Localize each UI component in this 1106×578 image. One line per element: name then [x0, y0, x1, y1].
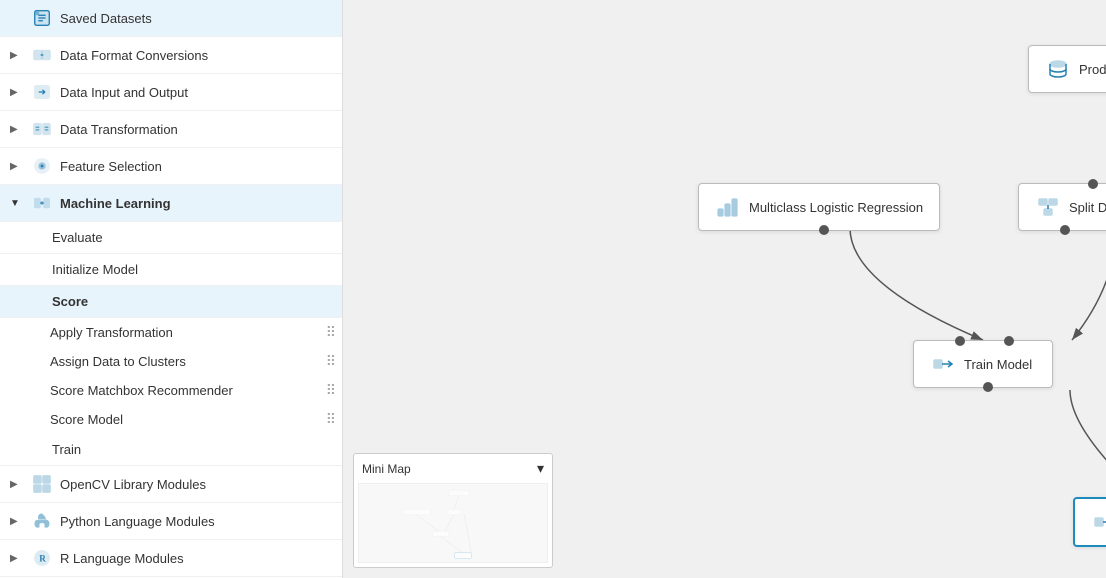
database-icon	[1045, 56, 1071, 82]
connector-dot-train-top-left	[955, 336, 965, 346]
sidebar-item-evaluate[interactable]: ▶ Evaluate	[0, 222, 342, 254]
products-csv-label: ProductsTableCSV.csv	[1079, 62, 1106, 77]
minimap: Mini Map ▾	[353, 453, 553, 568]
sidebar-label-python: Python Language Modules	[60, 514, 215, 529]
sidebar-label-score: Score	[52, 294, 88, 309]
sidebar-label-feature-selection: Feature Selection	[60, 159, 162, 174]
sidebar-item-apply-transformation[interactable]: Apply Transformation ⠿	[0, 318, 342, 347]
minimap-content	[358, 483, 548, 563]
drag-handle-assign: ⠿	[326, 353, 342, 370]
machine-learning-icon	[32, 193, 52, 213]
node-products-csv[interactable]: ProductsTableCSV.csv	[1028, 45, 1106, 93]
sidebar-item-assign-data-clusters[interactable]: Assign Data to Clusters ⠿	[0, 347, 342, 376]
sidebar-label-evaluate: Evaluate	[52, 230, 103, 245]
drag-handle-apply: ⠿	[326, 324, 342, 341]
r-language-icon: R	[32, 548, 52, 568]
regression-icon	[715, 194, 741, 220]
expand-icon-feature: ▶	[10, 161, 24, 172]
expand-icon-python: ▶	[10, 516, 24, 527]
data-format-icon	[32, 45, 52, 65]
sidebar: Saved Datasets ▶ Data Format Conversions…	[0, 0, 343, 578]
sidebar-item-score[interactable]: ▼ Score	[0, 286, 342, 318]
expand-icon-transform: ▶	[10, 124, 24, 135]
sidebar-item-score-model-sub[interactable]: Score Model ⠿	[0, 405, 342, 434]
sidebar-item-initialize-model[interactable]: ▶ Initialize Model	[0, 254, 342, 286]
canvas-area: ProductsTableCSV.csv Split Data	[343, 0, 1106, 578]
sidebar-item-machine-learning[interactable]: ▼ Machine Learning	[0, 185, 342, 222]
sidebar-label-train: Train	[52, 442, 81, 457]
drag-handle-matchbox: ⠿	[326, 382, 342, 399]
split-data-label: Split Data	[1069, 200, 1106, 215]
sidebar-item-data-input-output[interactable]: ▶ Data Input and Output	[0, 74, 342, 111]
sidebar-label-data-input-output: Data Input and Output	[60, 85, 188, 100]
data-transform-icon	[32, 119, 52, 139]
sidebar-item-opencv[interactable]: ▶ OpenCV Library Modules	[0, 466, 342, 503]
sidebar-item-score-matchbox[interactable]: Score Matchbox Recommender ⠿	[0, 376, 342, 405]
assign-data-clusters-label: Assign Data to Clusters	[50, 347, 326, 376]
expand-icon-opencv: ▶	[10, 479, 24, 490]
sidebar-label-saved-datasets: Saved Datasets	[60, 11, 152, 26]
sidebar-item-data-transformation[interactable]: ▶ Data Transformation	[0, 111, 342, 148]
connector-dot-split-top	[1088, 179, 1098, 189]
saved-datasets-icon	[32, 8, 52, 28]
node-train-model[interactable]: Train Model	[913, 340, 1053, 388]
minimap-dropdown-icon[interactable]: ▾	[537, 460, 544, 477]
split-data-icon	[1035, 194, 1061, 220]
expand-icon-ml: ▼	[10, 198, 24, 209]
score-matchbox-label: Score Matchbox Recommender	[50, 376, 326, 405]
drag-handle-score-model: ⠿	[326, 411, 342, 428]
connector-dot-split-bottom-left	[1060, 225, 1070, 235]
apply-transformation-label: Apply Transformation	[50, 318, 326, 347]
sidebar-label-r-language: R Language Modules	[60, 551, 184, 566]
sidebar-label-data-transformation: Data Transformation	[60, 122, 178, 137]
multiclass-lr-label: Multiclass Logistic Regression	[749, 200, 923, 215]
connector-dot-mlr-bottom	[819, 225, 829, 235]
connector-dot-train-top-right	[1004, 336, 1014, 346]
python-icon	[32, 511, 52, 531]
expand-icon-input: ▶	[10, 87, 24, 98]
sidebar-label-initialize-model: Initialize Model	[52, 262, 138, 277]
minimap-header[interactable]: Mini Map ▾	[358, 458, 548, 479]
node-score-model[interactable]: Score Model 1	[1073, 497, 1106, 547]
sidebar-label-opencv: OpenCV Library Modules	[60, 477, 206, 492]
train-model-label: Train Model	[964, 357, 1032, 372]
svg-text:R: R	[39, 554, 46, 564]
sidebar-item-saved-datasets[interactable]: Saved Datasets	[0, 0, 342, 37]
score-model-sub-label: Score Model	[50, 405, 326, 434]
sidebar-item-train[interactable]: ▶ Train	[0, 434, 342, 466]
sidebar-item-r-language[interactable]: ▶ R R Language Modules	[0, 540, 342, 577]
data-input-icon	[32, 82, 52, 102]
expand-icon-format: ▶	[10, 50, 24, 61]
sidebar-item-python[interactable]: ▶ Python Language Modules	[0, 503, 342, 540]
node-multiclass-lr[interactable]: Multiclass Logistic Regression	[698, 183, 940, 231]
sidebar-label-data-format-conversions: Data Format Conversions	[60, 48, 208, 63]
feature-selection-icon	[32, 156, 52, 176]
expand-icon-r: ▶	[10, 553, 24, 564]
sidebar-label-machine-learning: Machine Learning	[60, 196, 171, 211]
sidebar-item-data-format-conversions[interactable]: ▶ Data Format Conversions	[0, 37, 342, 74]
score-model-icon	[1091, 509, 1106, 535]
train-icon	[930, 351, 956, 377]
opencv-icon	[32, 474, 52, 494]
sidebar-item-feature-selection[interactable]: ▶ Feature Selection	[0, 148, 342, 185]
minimap-label: Mini Map	[362, 462, 411, 476]
node-split-data[interactable]: Split Data	[1018, 183, 1106, 231]
connector-dot-train-bottom	[983, 382, 993, 392]
